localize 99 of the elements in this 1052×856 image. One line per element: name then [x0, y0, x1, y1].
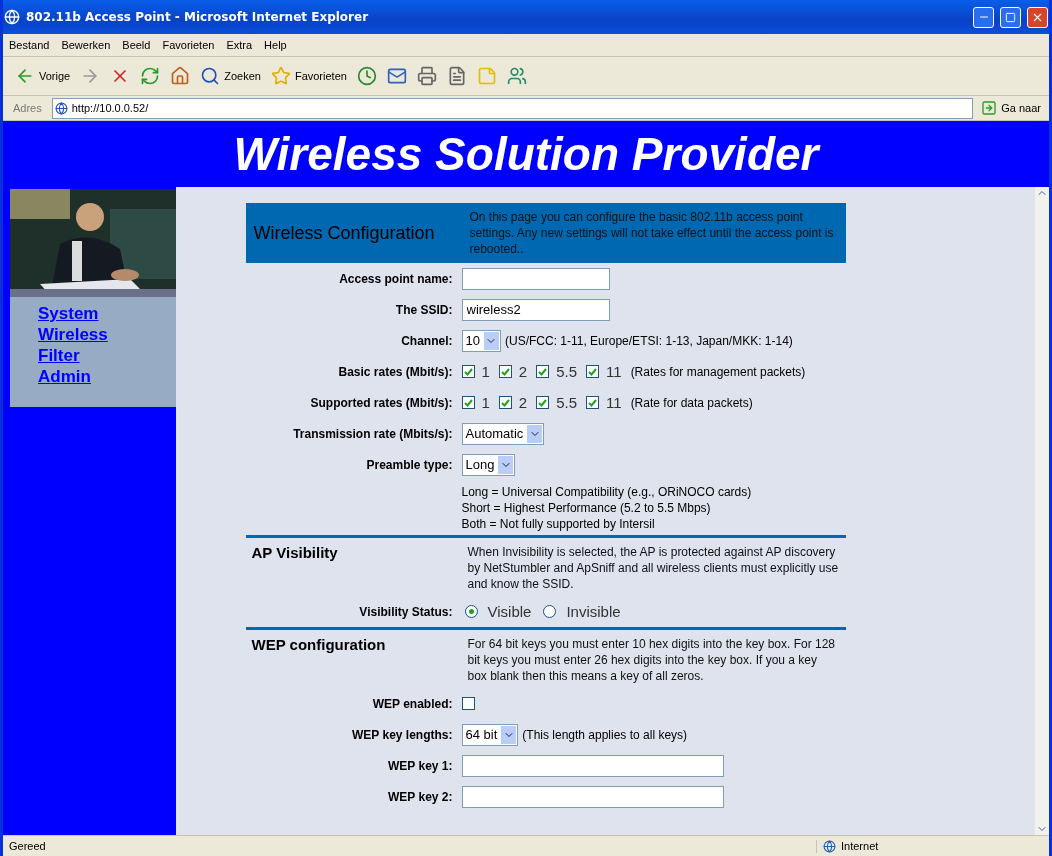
printer-icon — [416, 66, 437, 86]
field-label: Visibility Status: — [358, 604, 453, 619]
clock-icon — [356, 66, 377, 86]
hint-text: Long = Universal Compatibility (e.g., ORiNOCO cards) — [461, 484, 753, 500]
option-label: Invisible — [566, 603, 621, 620]
check-icon — [463, 367, 473, 376]
option-label: 1 — [481, 394, 490, 411]
check-icon — [588, 367, 598, 376]
checkbox[interactable] — [586, 365, 600, 378]
menu-item[interactable]: Bestand — [3, 34, 56, 56]
site-title: Wireless Solution Provider — [233, 127, 819, 181]
minimize-button[interactable] — [973, 6, 994, 28]
option-label: 1 — [481, 363, 490, 380]
nav-link[interactable]: Wireless — [38, 324, 108, 345]
maximize-icon — [1005, 11, 1016, 23]
search-icon — [200, 66, 221, 86]
nav-link[interactable]: Admin — [38, 366, 91, 387]
section-title: Wireless Configuration — [253, 222, 436, 244]
field-label: The SSID: — [394, 302, 453, 317]
menu-item[interactable]: Extra — [220, 34, 259, 56]
check-icon — [588, 398, 598, 407]
field-label: Supported rates (Mbit/s): — [309, 395, 453, 410]
search-button[interactable]: Zoeken — [196, 64, 265, 88]
window-title: 802.11b Access Point - Microsoft Internet Explorer — [26, 10, 370, 24]
option-label: 2 — [518, 363, 528, 380]
checkbox[interactable] — [461, 365, 475, 378]
hint-text: (Rates for management packets) — [630, 364, 806, 379]
hint-text: (Rate for data packets) — [630, 395, 753, 410]
hint-text: Short = Highest Performance (5.2 to 5.5 Mbps) — [461, 500, 712, 516]
field-label: Preamble type: — [365, 457, 453, 472]
section-description: For 64 bit keys you must enter 10 hex digits into the key box. For 128 bit keys you must enter 26 hex digits into the key box. If you a key box blank then this means a key of all zeros. — [467, 636, 837, 684]
go-button[interactable]: Ga naar — [977, 98, 1045, 118]
favorites-button[interactable]: Favorieten — [266, 64, 351, 88]
status-text: Gereed — [8, 840, 47, 852]
option-label: 5.5 — [556, 394, 578, 411]
field-label: Channel: — [400, 333, 453, 348]
text-field[interactable] — [461, 754, 724, 777]
arrow-right-icon — [981, 100, 998, 116]
menu-item[interactable]: Help — [258, 34, 293, 56]
field-label: Transmission rate (Mbits/s): — [292, 426, 453, 441]
field-label: Basic rates (Mbit/s): — [337, 364, 453, 379]
field-label: Access point name: — [338, 271, 453, 286]
option-label: Visible — [487, 603, 532, 620]
section-description: When Invisibility is selected, the AP is protected against AP discovery by NetStumbler and ApSniff and all wireless clients must explicitly use and know the SSID. — [467, 544, 840, 592]
option-label: 5.5 — [556, 363, 578, 380]
option-label: 11 — [606, 363, 622, 380]
field-label: WEP key 2: — [387, 789, 453, 804]
field-label: WEP enabled: — [371, 696, 453, 711]
page-icon — [4, 9, 20, 25]
option-label: 11 — [606, 394, 622, 411]
checkbox[interactable] — [536, 365, 550, 378]
page-icon — [54, 101, 68, 115]
text-field[interactable] — [461, 267, 610, 290]
section-title: AP Visibility — [251, 544, 339, 561]
star-icon — [270, 66, 291, 86]
checkbox[interactable] — [586, 396, 600, 409]
section-description: On this page you can configure the basic 802.11b access point settings. Any new settings will not take effect until the access point is rebooted.. — [469, 209, 835, 257]
hint-text: (US/FCC: 1-11, Europe/ETSI: 1-13, Japan/MKK: 1-14) — [504, 333, 793, 348]
note-icon — [476, 66, 497, 86]
address-label: Adres — [12, 101, 43, 116]
check-icon — [500, 398, 510, 407]
dropdown[interactable]: Long — [461, 453, 516, 476]
field-label: WEP key lengths: — [351, 727, 453, 742]
hint-text: (This length applies to all keys) — [522, 727, 688, 742]
check-icon — [463, 398, 473, 407]
dropdown[interactable]: 10 — [461, 329, 501, 352]
back-button[interactable]: Vorige — [11, 64, 75, 88]
home-icon — [170, 66, 191, 86]
close-button[interactable] — [1027, 6, 1048, 28]
checkbox[interactable] — [498, 396, 512, 409]
text-field[interactable]: wireless2 — [461, 298, 610, 321]
checkbox[interactable] — [461, 396, 475, 409]
check-icon — [500, 367, 510, 376]
option-label: 2 — [518, 394, 528, 411]
checkbox[interactable] — [536, 396, 550, 409]
mail-icon — [386, 66, 407, 86]
people-icon — [506, 66, 527, 86]
globe-icon — [823, 839, 836, 853]
menu-item[interactable]: Bewerken — [55, 34, 117, 56]
checkbox[interactable] — [461, 697, 475, 710]
address-field[interactable]: http://10.0.0.52/ — [51, 97, 974, 119]
menu-item[interactable]: Favorieten — [156, 34, 221, 56]
radio-button[interactable] — [543, 605, 557, 618]
zone-indicator: Internet — [816, 839, 1049, 853]
hint-text: Both = Not fully supported by Intersil — [461, 516, 656, 532]
check-icon — [538, 367, 548, 376]
menu-item[interactable]: Beeld — [116, 34, 157, 56]
maximize-button[interactable] — [1000, 6, 1021, 28]
radio-button[interactable] — [464, 605, 478, 618]
dropdown[interactable]: Automatic — [461, 422, 545, 445]
dropdown[interactable]: 64 bit — [461, 723, 519, 746]
refresh-icon — [140, 66, 161, 86]
text-field[interactable] — [461, 785, 724, 808]
section-title: WEP configuration — [251, 636, 387, 653]
checkbox[interactable] — [498, 365, 512, 378]
nav-link[interactable]: System — [38, 303, 99, 324]
check-icon — [538, 398, 548, 407]
field-label: WEP key 1: — [387, 758, 453, 773]
nav-link[interactable]: Filter — [38, 345, 80, 366]
